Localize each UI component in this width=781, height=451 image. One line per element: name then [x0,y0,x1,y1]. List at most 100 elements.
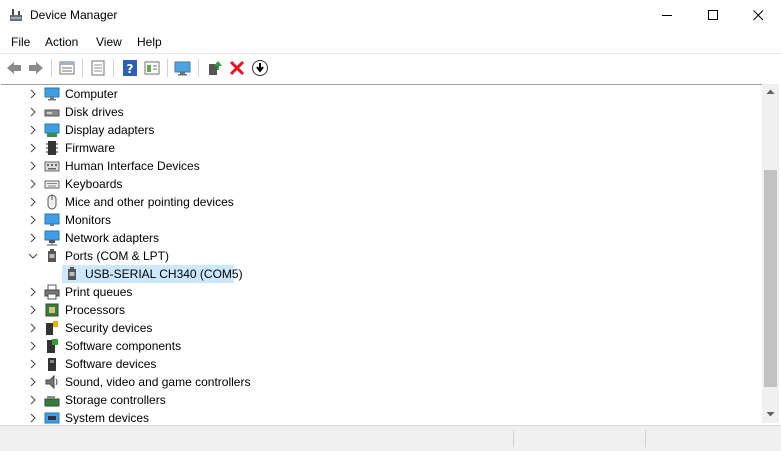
tree-label: Firmware [65,141,115,155]
window-title: Device Manager [30,8,118,22]
tree-node-system-devices[interactable]: System devices [1,409,762,424]
scan-hardware-icon[interactable] [174,59,192,77]
tree-label: Keyboards [65,177,123,191]
scrollbar-thumb[interactable] [764,170,777,387]
mouse-icon [47,194,57,210]
update-driver-icon[interactable] [206,59,224,77]
menu-action[interactable]: Action [45,35,78,49]
device-manager-app-icon [10,9,22,21]
menu-view[interactable]: View [96,35,122,49]
tree-node-display-adapters[interactable]: Display adapters [1,121,762,139]
chevron-right-icon[interactable] [28,377,38,387]
security-device-icon [46,321,58,335]
tree-label: Software devices [65,357,157,371]
tree-label: Mice and other pointing devices [65,195,234,209]
hid-icon [44,161,60,172]
tree-node-firmware[interactable]: Firmware [1,139,762,157]
document-icon[interactable] [89,59,107,77]
chevron-right-icon[interactable] [28,179,38,189]
tree-node-monitors[interactable]: Monitors [1,211,762,229]
tree-node-sound-video-game[interactable]: Sound, video and game controllers [1,373,762,391]
scroll-up-icon[interactable] [766,88,775,96]
software-device-icon [48,358,56,371]
tree-label: Network adapters [65,231,160,245]
tree-node-human-interface-devices[interactable]: Human Interface Devices [1,157,762,175]
tree-node-software-devices[interactable]: Software devices [1,355,762,373]
firmware-icon [46,141,58,155]
tree-node-security-devices[interactable]: Security devices [1,319,762,337]
tree-node-mice[interactable]: Mice and other pointing devices [1,193,762,211]
maximize-icon [707,10,718,20]
uninstall-device-icon[interactable] [228,59,246,77]
tree-node-storage-controllers[interactable]: Storage controllers [1,391,762,409]
chevron-right-icon[interactable] [28,395,38,405]
chevron-right-icon[interactable] [28,341,38,351]
action-view-icon[interactable] [143,59,161,77]
chevron-right-icon[interactable] [28,89,38,99]
speaker-icon [45,374,58,390]
tree-label: Display adapters [65,123,155,137]
network-adapter-icon [44,230,60,246]
tree-node-software-components[interactable]: Software components [1,337,762,355]
tree-label: Ports (COM & LPT) [65,249,170,263]
tree-label: Disk drives [65,105,124,119]
chevron-right-icon[interactable] [28,413,38,423]
tree-node-network-adapters[interactable]: Network adapters [1,229,762,247]
keyboard-icon [44,180,60,189]
back-arrow-icon[interactable] [5,59,23,77]
device-tree: Computer Disk drives Display adapters Fi… [1,84,762,424]
status-divider [513,430,514,447]
tree-node-processors[interactable]: Processors [1,301,762,319]
tree-node-disk-drives[interactable]: Disk drives [1,103,762,121]
chevron-right-icon[interactable] [28,233,38,243]
chevron-right-icon[interactable] [28,197,38,207]
chevron-right-icon[interactable] [28,323,38,333]
chevron-right-icon[interactable] [28,215,38,225]
svg-text:?: ? [127,62,134,76]
close-button[interactable] [735,0,781,31]
monitor-icon [44,213,60,226]
tree-label: Processors [65,303,126,317]
help-icon[interactable]: ? [121,59,139,77]
tree-label: Computer [65,87,118,101]
chevron-right-icon[interactable] [28,143,38,153]
tree-node-computer[interactable]: Computer [1,85,762,103]
tree-label: Sound, video and game controllers [65,375,251,389]
close-icon [752,10,763,21]
status-divider [645,430,646,447]
maximize-button[interactable] [690,0,736,31]
tree-label: System devices [65,411,150,424]
chevron-down-icon[interactable] [28,251,38,261]
chevron-right-icon[interactable] [28,125,38,135]
tree-node-usb-serial-ch340[interactable]: USB-SERIAL CH340 (COM5) [1,265,762,283]
chevron-right-icon[interactable] [28,305,38,315]
forward-arrow-icon[interactable] [27,59,45,77]
chevron-right-icon[interactable] [28,287,38,297]
scroll-down-icon[interactable] [766,410,775,418]
port-icon [48,249,56,262]
status-bar [0,425,781,451]
tree-label: Security devices [65,321,153,335]
minimize-icon [661,15,672,16]
properties-view-icon[interactable] [58,59,76,77]
download-icon[interactable] [251,59,269,77]
menu-file[interactable]: File [11,35,30,49]
tree-node-keyboards[interactable]: Keyboards [1,175,762,193]
vertical-scrollbar[interactable] [762,84,779,423]
tree-label: Software components [65,339,182,353]
tree-label: USB-SERIAL CH340 (COM5) [85,267,243,281]
system-device-icon [44,412,60,424]
title-bar: Device Manager [0,0,781,31]
port-icon [68,267,76,280]
tree-node-ports[interactable]: Ports (COM & LPT) [1,247,762,265]
display-adapter-icon [44,123,60,137]
chevron-right-icon[interactable] [28,107,38,117]
minimize-button[interactable] [644,0,690,31]
menu-help[interactable]: Help [137,35,162,49]
tree-node-print-queues[interactable]: Print queues [1,283,762,301]
chevron-right-icon[interactable] [28,359,38,369]
tree-label: Monitors [65,213,112,227]
tree-label: Human Interface Devices [65,159,200,173]
disk-drive-icon [44,109,60,117]
chevron-right-icon[interactable] [28,161,38,171]
